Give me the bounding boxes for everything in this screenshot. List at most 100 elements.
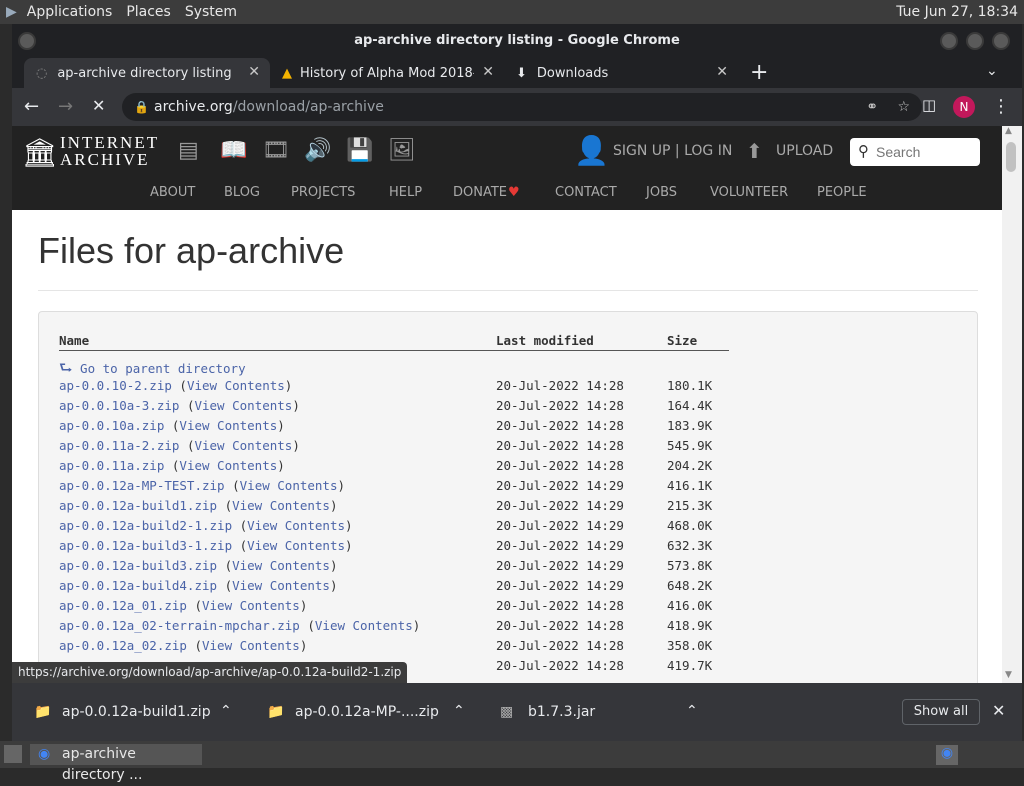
menu-places[interactable]: Places: [126, 4, 171, 20]
file-link[interactable]: ap-0.0.11a.zip: [59, 458, 164, 473]
file-link[interactable]: ap-0.0.10a-3.zip: [59, 398, 179, 413]
video-icon[interactable]: 🎞: [262, 138, 290, 163]
clock[interactable]: Tue Jun 27, 18:34: [896, 4, 1018, 20]
file-link[interactable]: ap-0.0.11a-2.zip: [59, 438, 179, 453]
chevron-up-icon[interactable]: ⌃: [453, 703, 465, 719]
images-icon[interactable]: 🖼: [388, 138, 416, 163]
upload-icon[interactable]: ⬆: [746, 139, 763, 163]
download-item-3[interactable]: ▩ b1.7.3.jar ⌃: [500, 683, 710, 741]
file-link[interactable]: ap-0.0.10a.zip: [59, 418, 164, 433]
menu-system[interactable]: System: [185, 4, 237, 20]
download-item-1[interactable]: 📁 ap-0.0.12a-build1.zip ⌃: [34, 683, 244, 741]
signup-login-link[interactable]: SIGN UP | LOG IN: [613, 143, 732, 159]
nav-blog[interactable]: BLOG: [224, 185, 260, 200]
menu-kebab-icon[interactable]: ⋮: [992, 96, 1010, 117]
share-icon[interactable]: ⚭: [866, 93, 878, 121]
address-bar[interactable]: 🔒 archive.org/download/ap-archive ⚭ ☆: [122, 93, 922, 121]
view-contents-link[interactable]: View Contents: [315, 618, 413, 633]
file-link[interactable]: ap-0.0.12a-build4.zip: [59, 578, 217, 593]
file-link[interactable]: ap-0.0.12a_02-terrain-mpchar.zip: [59, 618, 300, 633]
menu-applications[interactable]: Applications: [27, 4, 113, 20]
user-icon[interactable]: 👤: [574, 134, 609, 167]
view-contents-link[interactable]: View Contents: [194, 438, 292, 453]
file-link[interactable]: ap-0.0.12a_02.zip: [59, 638, 187, 653]
close-window-button[interactable]: [992, 32, 1010, 50]
close-icon[interactable]: ✕: [248, 64, 260, 80]
back-button[interactable]: ←: [24, 96, 39, 117]
bookmark-star-icon[interactable]: ☆: [897, 93, 910, 121]
tab-search-icon[interactable]: ⌄: [986, 63, 998, 79]
view-contents-link[interactable]: View Contents: [194, 398, 292, 413]
file-date-cell: 20-Jul-2022 14:28: [496, 618, 624, 633]
audio-icon[interactable]: 🔊: [304, 138, 331, 163]
stop-button[interactable]: ✕: [92, 96, 105, 115]
nav-people[interactable]: PEOPLE: [817, 185, 867, 200]
file-link[interactable]: ap-0.0.12a-build3.zip: [59, 558, 217, 573]
download-item-2[interactable]: 📁 ap-0.0.12a-MP-....zip ⌃: [267, 683, 477, 741]
scroll-thumb[interactable]: [1006, 142, 1016, 172]
view-contents-link[interactable]: View Contents: [247, 538, 345, 553]
search-box[interactable]: ⚲: [850, 138, 980, 166]
view-contents-link[interactable]: View Contents: [232, 498, 330, 513]
view-contents-link[interactable]: View Contents: [179, 458, 277, 473]
view-contents-link[interactable]: View Contents: [247, 518, 345, 533]
lock-icon[interactable]: 🔒: [134, 93, 149, 121]
maximize-button[interactable]: [966, 32, 984, 50]
search-input[interactable]: [876, 142, 972, 162]
view-contents-link[interactable]: View Contents: [240, 478, 338, 493]
nav-help[interactable]: HELP: [389, 185, 422, 200]
file-link[interactable]: ap-0.0.12a-MP-TEST.zip: [59, 478, 225, 493]
col-header-size[interactable]: Size: [667, 333, 697, 348]
view-contents-link[interactable]: View Contents: [202, 638, 300, 653]
scroll-up-arrow[interactable]: ▲: [1005, 126, 1012, 136]
nav-about[interactable]: ABOUT: [150, 185, 195, 200]
nav-contact[interactable]: CONTACT: [555, 185, 617, 200]
file-link[interactable]: ap-0.0.12a-build2-1.zip: [59, 518, 232, 533]
col-header-modified[interactable]: Last modified: [496, 333, 594, 348]
close-icon[interactable]: ✕: [716, 64, 728, 80]
show-desktop-icon[interactable]: [4, 745, 22, 763]
texts-icon[interactable]: 📖: [220, 138, 247, 163]
ia-logo-icon[interactable]: 🏛: [22, 136, 58, 169]
close-icon[interactable]: ✕: [992, 701, 1005, 720]
tab-ap-archive[interactable]: ◌ ap-archive directory listing ✕: [24, 58, 270, 88]
new-tab-button[interactable]: +: [750, 60, 768, 85]
col-header-name[interactable]: Name: [59, 333, 89, 348]
chevron-up-icon[interactable]: ⌃: [220, 703, 232, 719]
web-icon[interactable]: ▤: [178, 138, 199, 163]
url-host: archive.org: [154, 99, 233, 115]
view-contents-link[interactable]: View Contents: [232, 558, 330, 573]
software-icon[interactable]: 💾: [346, 138, 373, 163]
close-icon[interactable]: ✕: [482, 64, 494, 80]
tray-chrome-icon[interactable]: ◉: [936, 745, 958, 765]
nav-donate[interactable]: DONATE: [453, 185, 507, 200]
taskbar-item-chrome[interactable]: ◉ ap-archive directory ...: [30, 744, 202, 783]
file-link[interactable]: ap-0.0.10-2.zip: [59, 378, 172, 393]
file-link[interactable]: ap-0.0.12a-build3-1.zip: [59, 538, 232, 553]
apps-icon[interactable]: ▶: [6, 4, 17, 20]
tab-label: ap-archive directory listing: [57, 65, 232, 81]
nav-volunteer[interactable]: VOLUNTEER: [710, 185, 788, 200]
page-scrollbar[interactable]: ▲ ▼: [1002, 126, 1022, 683]
profile-avatar[interactable]: N: [953, 96, 975, 118]
side-panel-icon[interactable]: ◫: [922, 96, 936, 114]
scroll-down-arrow[interactable]: ▼: [1005, 670, 1012, 680]
view-contents-link[interactable]: View Contents: [232, 578, 330, 593]
show-all-button[interactable]: Show all: [902, 699, 980, 725]
view-contents-link[interactable]: View Contents: [179, 418, 277, 433]
forward-button[interactable]: →: [58, 96, 73, 117]
window-menu-button[interactable]: [18, 32, 36, 50]
view-contents-link[interactable]: View Contents: [202, 598, 300, 613]
chevron-up-icon[interactable]: ⌃: [686, 703, 698, 719]
file-link[interactable]: ap-0.0.12a-build1.zip: [59, 498, 217, 513]
tab-history[interactable]: ▲ History of Alpha Mod 2018-20 ✕: [270, 58, 504, 88]
tab-downloads[interactable]: ⬇ Downloads ✕: [504, 58, 738, 88]
nav-jobs[interactable]: JOBS: [646, 185, 677, 200]
file-link[interactable]: ap-0.0.12a_01.zip: [59, 598, 187, 613]
view-contents-link[interactable]: View Contents: [187, 378, 285, 393]
file-name-cell: ap-0.0.12a-MP-TEST.zip (View Contents): [59, 478, 346, 493]
upload-link[interactable]: UPLOAD: [776, 143, 833, 159]
nav-projects[interactable]: PROJECTS: [291, 185, 355, 200]
minimize-button[interactable]: [940, 32, 958, 50]
ia-logo-text[interactable]: INTERNET ARCHIVE: [60, 134, 159, 168]
